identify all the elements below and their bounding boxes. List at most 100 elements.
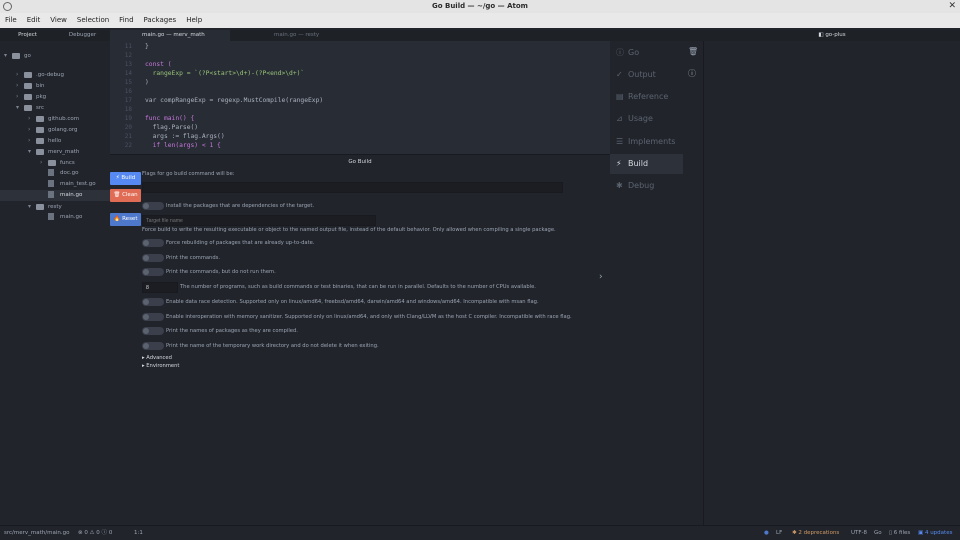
race-label: Enable data race detection. Supported on… bbox=[166, 299, 539, 305]
menu-find[interactable]: Find bbox=[114, 13, 138, 28]
print-packages-toggle[interactable] bbox=[142, 327, 164, 335]
print-commands-toggle[interactable] bbox=[142, 254, 164, 262]
editor-tab-main-resty[interactable]: main.go — resty bbox=[274, 30, 319, 41]
folder-icon bbox=[36, 137, 44, 144]
nav-output[interactable]: ✓ Output bbox=[610, 65, 683, 85]
chevron-down-icon: ▾ bbox=[28, 148, 32, 155]
trash-icon[interactable]: 🗑 bbox=[688, 47, 698, 56]
tree-folder[interactable]: › funcs bbox=[0, 157, 110, 168]
tree-file[interactable]: main_test.go bbox=[0, 179, 110, 190]
editor-tab-main-merv[interactable]: main.go — merv_math bbox=[110, 30, 230, 41]
nav-usage[interactable]: ⊿ Usage bbox=[610, 109, 683, 129]
package-icon: ▣ bbox=[918, 530, 924, 536]
tree-folder[interactable]: › bin bbox=[0, 80, 110, 91]
tree-folder[interactable]: › pkg bbox=[0, 91, 110, 102]
window-title: Go Build — ~/go — Atom bbox=[432, 2, 528, 10]
folder-icon bbox=[24, 93, 32, 100]
menu-file[interactable]: File bbox=[0, 13, 22, 28]
tab-debugger[interactable]: Debugger bbox=[55, 30, 110, 41]
menu-selection[interactable]: Selection bbox=[72, 13, 114, 28]
status-grammar[interactable]: Go bbox=[874, 526, 882, 540]
nav-go[interactable]: ⓘ Go bbox=[610, 43, 683, 63]
file-icon bbox=[48, 180, 54, 187]
line-number: 16 bbox=[124, 88, 132, 95]
chevron-down-icon: ▾ bbox=[28, 203, 32, 210]
file-icon bbox=[48, 169, 54, 176]
folder-icon bbox=[24, 71, 32, 78]
flags-preview bbox=[142, 182, 563, 193]
build-button[interactable]: ⚡ Build bbox=[110, 172, 141, 185]
tree-folder[interactable]: ▾ resty bbox=[0, 201, 110, 212]
info-icon[interactable]: ⓘ bbox=[688, 68, 696, 79]
line-number: 15 bbox=[124, 79, 132, 86]
print-commands-label: Print the commands. bbox=[166, 255, 220, 261]
code-line: rangeExp = `(?P<start>\d+)-(?P<end>\d+)` bbox=[145, 70, 305, 77]
panel-tools: 🗑 ⓘ bbox=[683, 41, 704, 525]
status-deprecations[interactable]: ✱ 2 deprecations bbox=[792, 526, 839, 540]
work-dir-label: Print the name of the temporary work dir… bbox=[166, 343, 379, 349]
chevron-right-icon[interactable]: › bbox=[599, 272, 603, 282]
folder-icon bbox=[24, 82, 32, 89]
tree-item-label: golang.org bbox=[48, 127, 78, 133]
bug-icon: ✱ bbox=[616, 181, 623, 190]
go-plus-output-area bbox=[704, 41, 960, 525]
status-file-path[interactable]: src/merv_math/main.go bbox=[4, 526, 69, 540]
tree-folder[interactable]: › .go-debug bbox=[0, 69, 110, 80]
status-diagnostics[interactable]: ⊗ 0 ⚠ 0 ⓘ 0 bbox=[78, 526, 112, 540]
tree-folder[interactable]: ▾ merv_math bbox=[0, 146, 110, 157]
status-encoding[interactable]: UTF-8 bbox=[851, 526, 867, 540]
editor-tab-bar: main.go — merv_math main.go — resty bbox=[110, 30, 610, 41]
chevron-right-icon: › bbox=[28, 137, 31, 144]
target-file-input[interactable] bbox=[142, 215, 376, 226]
tree-file[interactable]: doc.go bbox=[0, 168, 110, 179]
dry-run-label: Print the commands, but do not run them. bbox=[166, 269, 276, 275]
status-cursor[interactable]: 1:1 bbox=[134, 526, 143, 540]
status-updates[interactable]: ▣ 4 updates bbox=[918, 526, 952, 540]
telescope-icon: ⊿ bbox=[616, 114, 623, 123]
nav-build[interactable]: ⚡ Build bbox=[610, 154, 683, 174]
clean-button[interactable]: 🗑 Clean bbox=[110, 189, 141, 202]
tree-item-label: resty bbox=[48, 204, 62, 210]
status-files[interactable]: ▯ 6 files bbox=[889, 526, 910, 540]
folder-icon bbox=[12, 52, 20, 59]
tree-file[interactable]: main.go bbox=[0, 212, 110, 223]
nav-implements[interactable]: ☰ Implements bbox=[610, 132, 683, 152]
tree-item-label: pkg bbox=[36, 94, 47, 100]
menu-help[interactable]: Help bbox=[181, 13, 207, 28]
line-number-gutter: 11 12 13 14 15 16 17 18 19 20 21 22 bbox=[110, 41, 136, 154]
advanced-section[interactable]: ▸ Advanced bbox=[142, 355, 172, 361]
tree-folder[interactable]: › hello bbox=[0, 135, 110, 146]
menu-packages[interactable]: Packages bbox=[139, 13, 182, 28]
tree-folder[interactable]: ▾ src bbox=[0, 102, 110, 113]
status-bar: src/merv_math/main.go ⊗ 0 ⚠ 0 ⓘ 0 1:1 ● … bbox=[0, 525, 960, 540]
work-dir-toggle[interactable] bbox=[142, 342, 164, 350]
force-rebuild-toggle[interactable] bbox=[142, 239, 164, 247]
reset-button[interactable]: 🔥 Reset bbox=[110, 213, 141, 226]
window-close-icon[interactable]: ✕ bbox=[948, 1, 956, 12]
menu-view[interactable]: View bbox=[45, 13, 72, 28]
environment-section[interactable]: ▸ Environment bbox=[142, 363, 179, 369]
chevron-right-icon: › bbox=[28, 115, 31, 122]
code-editor[interactable]: 11 12 13 14 15 16 17 18 19 20 21 22 } const ( rangeE… bbox=[110, 41, 610, 154]
install-deps-toggle[interactable] bbox=[142, 202, 164, 210]
menu-edit[interactable]: Edit bbox=[22, 13, 46, 28]
nav-debug[interactable]: ✱ Debug bbox=[610, 176, 683, 196]
parallel-count-input[interactable] bbox=[142, 282, 178, 293]
tree-folder[interactable]: › github.com bbox=[0, 113, 110, 124]
output-description: Force build to write the resulting execu… bbox=[142, 227, 556, 233]
go-plus-tab[interactable]: ◧ go-plus bbox=[704, 30, 960, 41]
race-toggle[interactable] bbox=[142, 298, 164, 306]
tree-folder[interactable]: ▾ go bbox=[0, 50, 110, 61]
tab-project[interactable]: Project bbox=[0, 30, 55, 41]
install-deps-label: Install the packages that are dependenci… bbox=[166, 203, 314, 209]
tree-file[interactable]: main.go bbox=[0, 190, 110, 201]
folder-icon bbox=[36, 203, 44, 210]
status-line-ending[interactable]: LF bbox=[776, 526, 782, 540]
msan-toggle[interactable] bbox=[142, 313, 164, 321]
tree-folder[interactable]: › golang.org bbox=[0, 124, 110, 135]
nav-reference[interactable]: ▤ Reference bbox=[610, 87, 683, 107]
tree-item-label: funcs bbox=[60, 160, 75, 166]
zap-icon: ⚡ bbox=[616, 159, 622, 168]
dry-run-toggle[interactable] bbox=[142, 268, 164, 276]
code-line: var compRangeExp = regexp.MustCompile(ra… bbox=[145, 97, 324, 104]
